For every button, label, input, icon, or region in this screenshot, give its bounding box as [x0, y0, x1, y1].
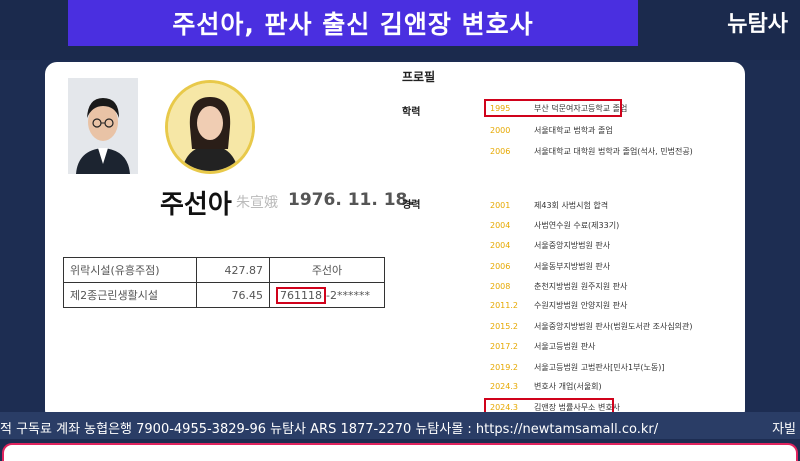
ticker-text: 적 구독료 계좌 농협은행 7900-4955-3829-96 뉴탐사 ARS … [0, 422, 659, 437]
education-label: 학력 [402, 107, 421, 118]
entry-text: 서울고등법원 판사 [534, 341, 596, 351]
entry-year: 2006 [490, 261, 511, 271]
profile-entry: 2015.2 서울중앙지방법원 판사(법원도서관 조사심의관) [490, 319, 693, 333]
headline-banner: 주선아, 판사 출신 김앤장 변호사 [68, 0, 638, 46]
profile-entry: 2019.2 서울고등법원 고법판사[민사1부(노동)] [490, 360, 665, 374]
entry-year: 2015.2 [490, 321, 518, 331]
entry-text: 사법연수원 수료(제33기) [534, 220, 620, 230]
entry-year: 2008 [490, 281, 511, 291]
profile-entry: 2000 서울대학교 법학과 졸업 [490, 123, 613, 137]
profile-entry: 2006 서울대학교 대학원 법학과 졸업(석사, 민법전공) [490, 144, 693, 158]
news-ticker: 적 구독료 계좌 농협은행 7900-4955-3829-96 뉴탐사 ARS … [0, 412, 800, 439]
entry-text: 서울대학교 법학과 졸업 [534, 125, 613, 135]
ticker-right: 자빌 [772, 422, 796, 437]
highlight-box [484, 99, 622, 117]
headline-text: 주선아, 판사 출신 김앤장 변호사 [172, 10, 534, 39]
profile-entry: 2017.2 서울고등법원 판사 [490, 339, 595, 353]
table-cell: 427.87 [196, 257, 270, 283]
profile-entry: 2008 춘천지방법원 원주지원 판사 [490, 279, 627, 293]
profile-entry: 2006 서울동부지방법원 판사 [490, 259, 610, 273]
entry-text: 변호사 개업(서울회) [534, 381, 602, 391]
table-row: 제2종근린생활시설 76.45 761118 -2****** [63, 282, 385, 308]
profile-entry: 2004 서울중앙지방법원 판사 [490, 238, 610, 252]
entry-year: 2019.2 [490, 362, 518, 372]
table-row: 위락시설(유흥주점) 427.87 주선아 [63, 257, 385, 283]
entry-year: 2001 [490, 200, 511, 210]
entry-text: 서울동부지방법원 판사 [534, 261, 611, 271]
profile-entry: 2024.3 변호사 개업(서울회) [490, 379, 602, 393]
entry-year: 2004 [490, 240, 511, 250]
entry-year: 2024.3 [490, 381, 518, 391]
entry-text: 서울중앙지방법원 판사 [534, 240, 611, 250]
bottom-frame [0, 439, 800, 461]
table-cell: 위락시설(유흥주점) [63, 257, 197, 283]
entry-text: 서울고등법원 고법판사[민사1부(노동)] [534, 362, 665, 372]
entry-year: 2004 [490, 220, 511, 230]
entry-year: 2011.2 [490, 300, 518, 310]
career-label: 경력 [402, 200, 421, 211]
table-cell: 761118 -2****** [269, 282, 385, 308]
profile-entry: 2001 제43회 사법시험 합격 [490, 198, 608, 212]
female-photo [165, 80, 255, 174]
profile-entry: 2011.2 수원지방법원 안양지원 판사 [490, 298, 627, 312]
birth-date: 1976. 11. 18. [288, 190, 414, 210]
entry-year: 2000 [490, 125, 511, 135]
entry-text: 제43회 사법시험 합격 [534, 200, 609, 210]
masked-id-number: -2****** [326, 288, 370, 302]
profile-title: 프로필 [402, 70, 436, 84]
entry-year: 2006 [490, 146, 511, 156]
highlighted-id-number: 761118 [276, 286, 326, 304]
entry-text: 서울대학교 대학원 법학과 졸업(석사, 민법전공) [534, 146, 693, 156]
profile-entry: 2004 사법연수원 수료(제33기) [490, 218, 619, 232]
person-name: 주선아 [160, 190, 232, 220]
male-photo [68, 78, 138, 174]
person-hanja: 朱宣娥 [236, 195, 278, 211]
table-cell: 제2종근린생활시설 [63, 282, 197, 308]
table-cell: 주선아 [269, 257, 385, 283]
entry-year: 2017.2 [490, 341, 518, 351]
entry-text: 서울중앙지방법원 판사(법원도서관 조사심의관) [534, 321, 693, 331]
entry-text: 수원지방법원 안양지원 판사 [534, 300, 628, 310]
entry-text: 춘천지방법원 원주지원 판사 [534, 281, 628, 291]
person-photo-icon [68, 78, 138, 174]
table-cell: 76.45 [196, 282, 270, 308]
brand-logo: 뉴탐사 [727, 12, 788, 37]
property-table: 위락시설(유흥주점) 427.87 주선아 제2종근린생활시설 76.45 76… [63, 257, 385, 308]
person-photo-icon [168, 83, 252, 171]
